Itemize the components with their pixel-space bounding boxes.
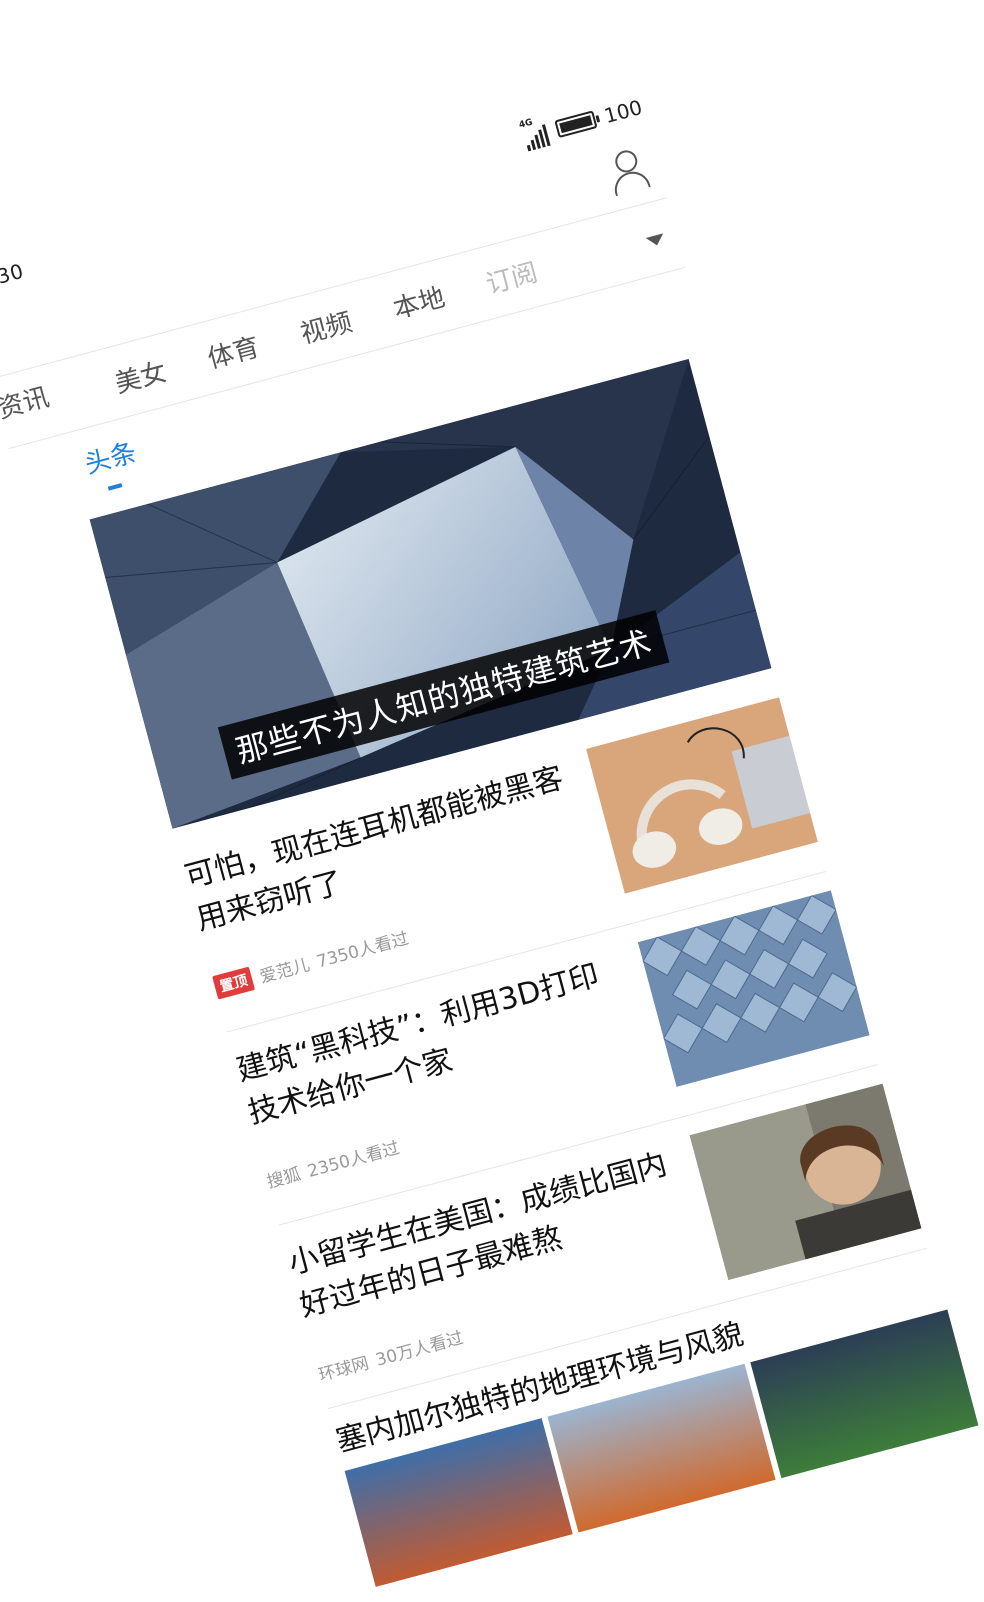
nav-tab-video[interactable]: 视频: [296, 302, 356, 351]
nav-tab-subscribe[interactable]: 订阅: [481, 252, 541, 301]
article-meta: 搜狐 2350人看过: [264, 1133, 402, 1193]
phone-screen: 18:30 4G 100 资讯 美女 体育 视频 本地 订阅 头条 那些不为人知…: [0, 93, 979, 1587]
architecture-thumbnail: [637, 890, 870, 1087]
headphones-thumbnail: [585, 697, 818, 894]
article-source: 搜狐: [264, 1164, 303, 1193]
pinned-badge: 置顶: [211, 966, 255, 1000]
chevron-down-icon[interactable]: [645, 233, 666, 248]
nav-tab-local[interactable]: 本地: [389, 277, 449, 326]
status-time: 18:30: [0, 258, 27, 298]
gallery-image[interactable]: [750, 1309, 979, 1479]
header-divider: [0, 197, 667, 380]
battery-icon: [554, 110, 598, 139]
network-label: 4G: [517, 117, 534, 131]
tab-news[interactable]: 资讯: [0, 377, 53, 426]
tab-headlines[interactable]: 头条: [80, 432, 140, 481]
article-source: 爱范儿: [257, 955, 313, 988]
sub-tabs: 头条: [80, 432, 140, 481]
battery-level: 100: [601, 95, 645, 129]
nav-tabs: 美女 体育 视频 本地 订阅: [110, 252, 541, 401]
article-views: 2350人看过: [305, 1138, 402, 1182]
article-source: 环球网: [316, 1353, 372, 1386]
status-bar: 18:30 4G 100: [0, 93, 649, 317]
article-meta: 置顶 爱范儿 7350人看过: [211, 924, 411, 1000]
profile-icon[interactable]: [603, 146, 653, 199]
status-right: 4G 100: [517, 93, 645, 152]
child-window-thumbnail: [689, 1083, 922, 1281]
signal-icon: 4G: [517, 117, 551, 152]
nav-tab-beauty[interactable]: 美女: [110, 351, 170, 400]
article-views: 7350人看过: [314, 928, 411, 973]
nav-tab-sports[interactable]: 体育: [203, 327, 263, 376]
